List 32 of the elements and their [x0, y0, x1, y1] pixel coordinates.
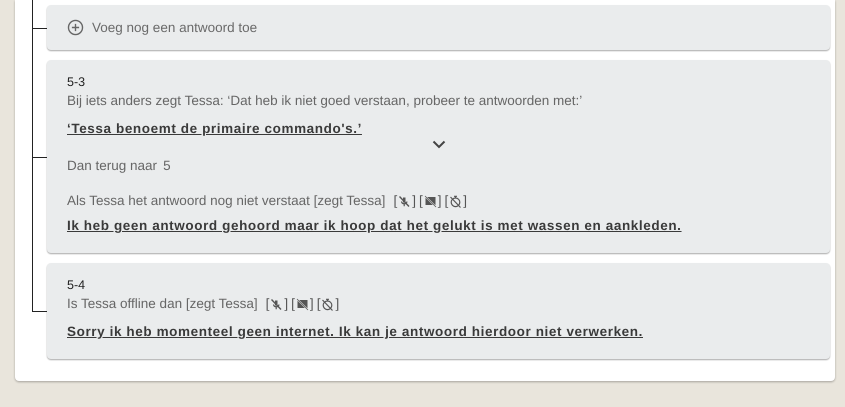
muted-microphone-icon	[270, 298, 284, 310]
answer-id: 5-4	[67, 277, 86, 294]
crossed-out-timer-icon	[449, 194, 462, 208]
response-text: Sorry ik heb momenteel geen internet. Ik kan je antwoord hierdoor niet verwerken.	[67, 323, 644, 341]
crossed-out-timer-icon	[321, 298, 334, 310]
chevron-down-icon	[432, 140, 446, 149]
response-text: Ik heb geen antwoord gehoord maar ik hoop dat het gelukt is met wassen en aankleden.	[67, 217, 683, 235]
add-answer-label[interactable]: Voeg nog een antwoord toe	[92, 20, 258, 35]
crossed-out-screen-icon	[424, 194, 437, 208]
bracket: [	[316, 295, 320, 313]
bracket: ]	[438, 192, 442, 210]
bracket: [	[291, 295, 295, 313]
muted-microphone-icon	[398, 194, 412, 208]
followup-target: 5	[163, 157, 171, 175]
bracket: [	[266, 295, 270, 313]
add-answer-card[interactable]: Voeg nog een antwoord toe	[47, 5, 830, 50]
bracket: [	[393, 192, 398, 210]
add-circle-icon	[67, 19, 84, 36]
bracket: ]	[335, 295, 340, 313]
condition-text: Bij iets anders zegt Tessa: ‘Dat heb ik niet goed verstaan, probeer te antwoorden met:’	[67, 92, 582, 110]
crossed-out-screen-icon	[296, 298, 309, 310]
condition-text: Is Tessa offline dan [zegt Tessa]	[67, 295, 258, 313]
bracket: ]	[463, 192, 468, 210]
answer-id: 5-3	[67, 74, 86, 91]
bracket: ]	[310, 295, 314, 313]
bracket: [	[418, 192, 423, 210]
bracket: [	[444, 192, 448, 210]
followup-label: Dan terug naar	[67, 157, 158, 175]
condition-text: Als Tessa het antwoord nog niet verstaat [zegt Tessa]	[67, 192, 386, 210]
bracket: ]	[412, 192, 416, 210]
response-text: ‘Tessa benoemt de primaire commando's.’	[67, 120, 363, 138]
bracket: ]	[284, 295, 288, 313]
